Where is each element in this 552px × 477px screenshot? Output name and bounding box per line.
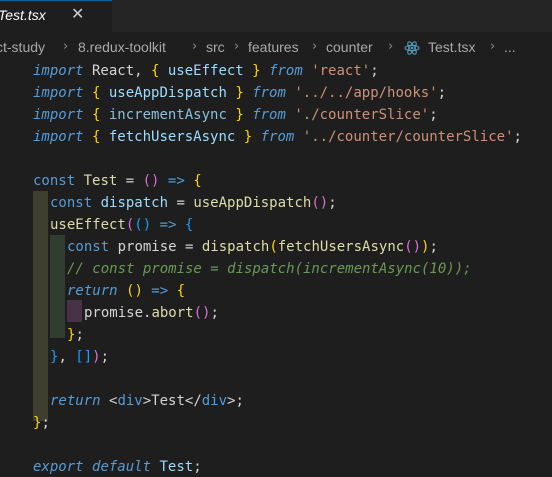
code-line: };	[67, 327, 84, 343]
code-line: import { fetchUsersAsync } from '../coun…	[33, 129, 522, 145]
tab-test-tsx[interactable]: Test.tsx ✕	[0, 0, 112, 32]
code-line: import React, { useEffect } from 'react'…	[33, 63, 379, 79]
chevron-right-icon: ›	[63, 39, 69, 54]
breadcrumb-item-file[interactable]: Test.tsx	[428, 39, 475, 55]
indent-guide	[33, 191, 48, 421]
code-line: };	[33, 415, 50, 431]
indent-guide	[50, 235, 65, 338]
breadcrumb-item-features[interactable]: features	[248, 39, 299, 55]
code-line: const promise = dispatch(fetchUsersAsync…	[67, 239, 438, 255]
code-line: import { useAppDispatch } from '../../ap…	[33, 85, 447, 101]
breadcrumb-item-more[interactable]: ...	[504, 39, 516, 55]
code-line: return () => {	[67, 283, 186, 299]
code-line: useEffect(() => {	[50, 217, 194, 233]
breadcrumb-item-src[interactable]: src	[206, 39, 225, 55]
react-icon	[404, 40, 420, 59]
chevron-right-icon: ›	[388, 39, 394, 54]
close-icon[interactable]: ✕	[71, 4, 84, 23]
code-line: }, []);	[50, 349, 110, 365]
indent-guide	[67, 300, 82, 322]
chevron-right-icon: ›	[312, 39, 318, 54]
code-line: const dispatch = useAppDispatch();	[50, 195, 337, 211]
code-line: return <div>Test</div>;	[50, 393, 244, 409]
chevron-right-icon: ›	[234, 39, 240, 54]
code-line: const Test = () => {	[33, 173, 202, 189]
tab-bar: Test.tsx ✕	[0, 0, 552, 32]
code-line: import { incrementAsync } from './counte…	[33, 107, 438, 123]
code-editor[interactable]: Test.tsx ✕ ct-study › 8.redux-toolkit › …	[0, 0, 552, 477]
tab-title[interactable]: Test.tsx	[0, 7, 46, 23]
chevron-right-icon: ›	[192, 39, 198, 54]
code-line: export default Test;	[33, 459, 202, 475]
breadcrumb-item-project[interactable]: ct-study	[0, 39, 45, 55]
breadcrumb: ct-study › 8.redux-toolkit › src › featu…	[0, 36, 552, 60]
breadcrumb-item-counter[interactable]: counter	[326, 39, 373, 55]
code-line: promise.abort();	[84, 305, 219, 321]
code-line: // const promise = dispatch(incrementAsy…	[67, 261, 472, 277]
breadcrumb-item-folder[interactable]: 8.redux-toolkit	[78, 39, 166, 55]
chevron-right-icon: ›	[490, 39, 496, 54]
